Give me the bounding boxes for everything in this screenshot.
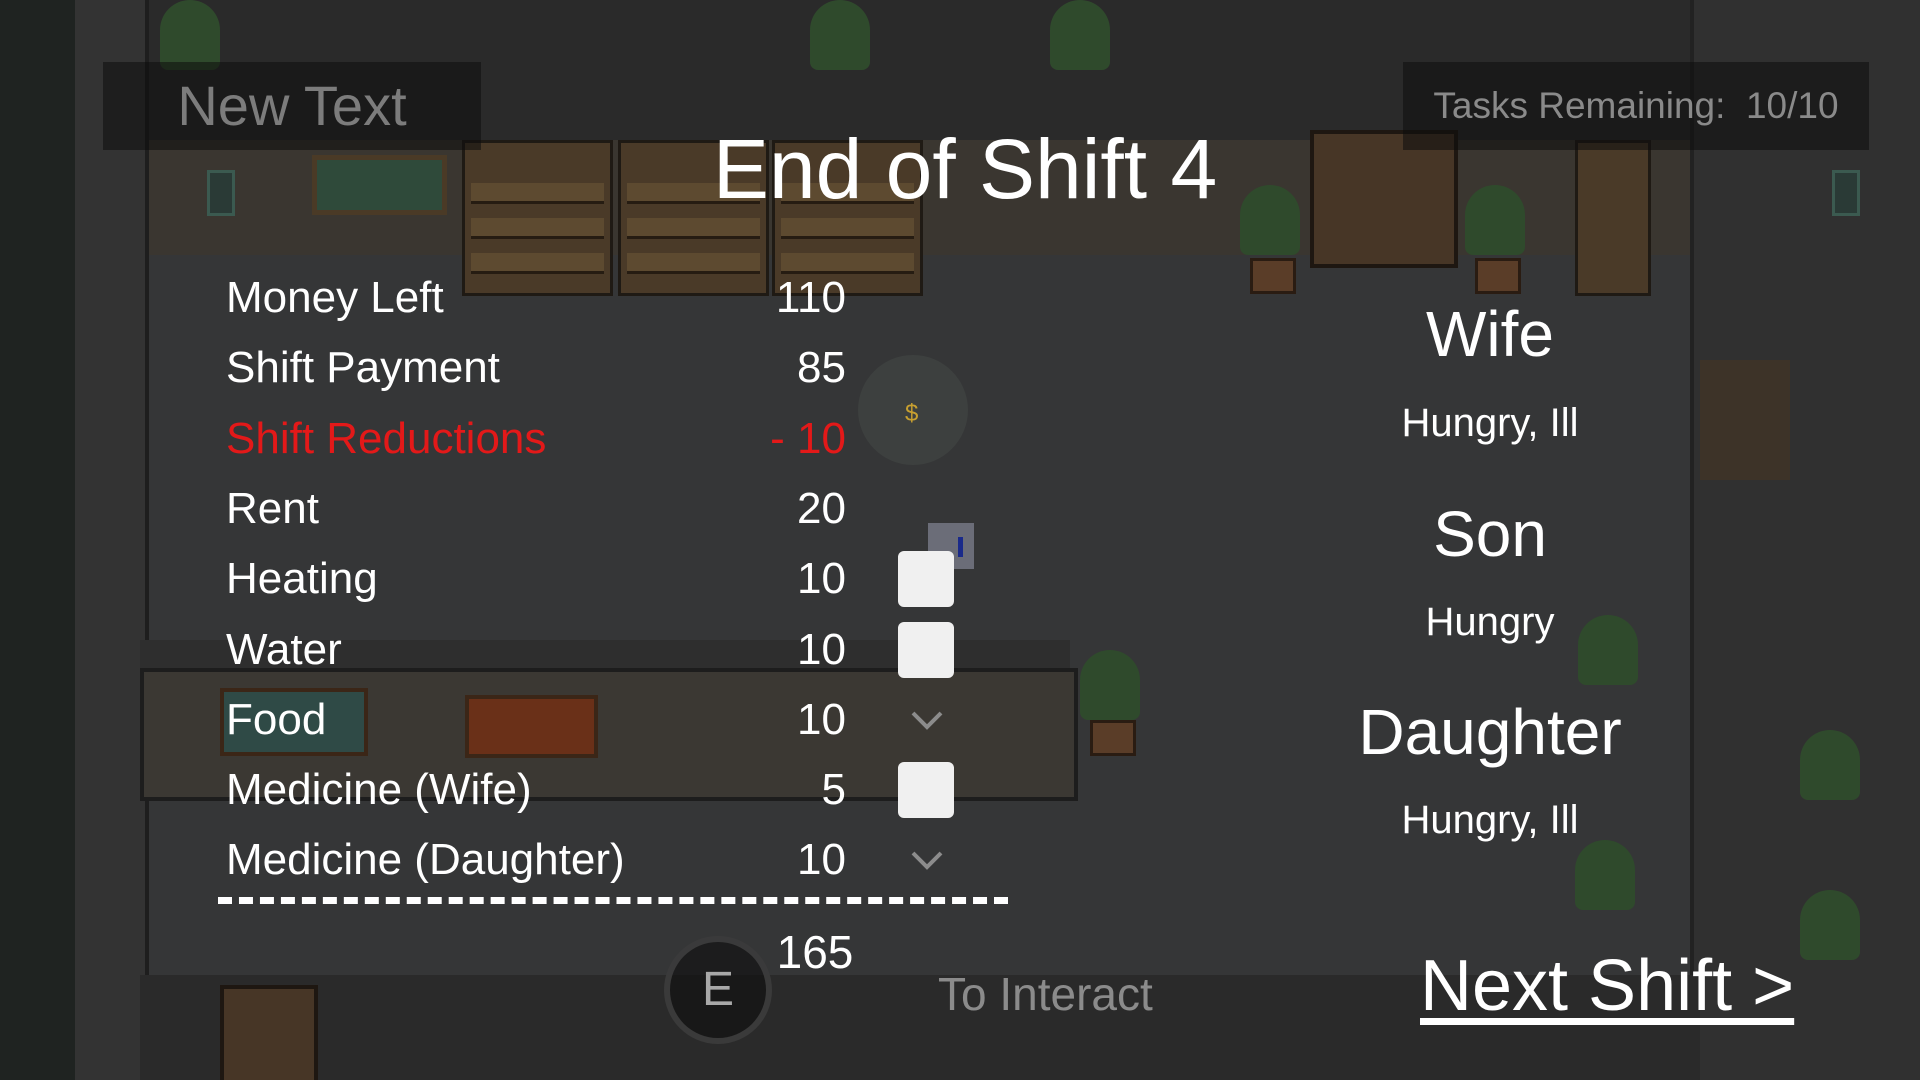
family-member-name: Son (1433, 498, 1547, 570)
plant-pot (1475, 258, 1521, 294)
expense-label: Shift Payment (226, 343, 500, 392)
wall-lamp (1832, 170, 1860, 216)
expense-label: Food (226, 695, 327, 744)
tasks-remaining-panel: Tasks Remaining: 10/10 (1403, 62, 1869, 150)
expense-row: Heating 10 (226, 549, 846, 609)
expense-label: Water (226, 625, 342, 674)
expense-label: Money Left (226, 273, 444, 322)
family-member-status: Hungry, Ill (1401, 798, 1579, 842)
next-shift-button[interactable]: Next Shift > (1420, 945, 1794, 1027)
family-member-status: Hungry, Ill (1401, 401, 1579, 445)
placeholder-text-panel: New Text (103, 62, 481, 150)
e-key-icon: E (664, 936, 772, 1044)
wall-lamp (207, 170, 235, 216)
family-member-status: Hungry (1425, 600, 1555, 644)
potted-plant (160, 0, 220, 70)
expense-toggle-checkbox[interactable] (898, 622, 954, 678)
side-shelf (1575, 140, 1651, 296)
expense-toggle-checkbox[interactable] (898, 762, 954, 818)
right-room-door (1700, 360, 1790, 480)
potted-plant (1050, 0, 1110, 70)
double-door (1310, 130, 1458, 268)
expense-value: 20 (797, 484, 846, 533)
left-wall (0, 0, 75, 1080)
expense-row: Medicine (Daughter) 10 (226, 830, 846, 890)
potted-plant (1800, 890, 1860, 960)
expense-value: 5 (821, 765, 846, 814)
expense-value: - 10 (770, 414, 846, 463)
expense-label: Heating (226, 554, 378, 603)
expense-row: Shift Reductions - 10 (226, 409, 846, 469)
painting (312, 155, 447, 215)
potted-plant (810, 0, 870, 70)
expense-value: 85 (797, 343, 846, 392)
potted-plant (1080, 650, 1140, 720)
expense-row: Medicine (Wife) 5 (226, 760, 846, 820)
expense-row: Shift Payment 85 (226, 338, 846, 398)
expense-value: 110 (775, 273, 846, 322)
expense-value: 10 (797, 625, 846, 674)
left-room (75, 0, 149, 1080)
shift-summary-title: End of Shift 4 (712, 122, 1218, 216)
total-divider (218, 897, 1008, 904)
expense-label: Shift Reductions (226, 414, 547, 463)
expense-toggle-checkbox[interactable] (898, 551, 954, 607)
expense-value: 10 (797, 835, 846, 884)
expense-row: Food 10 (226, 690, 846, 750)
door (220, 985, 318, 1080)
interact-prompt-label: To Interact (938, 968, 1153, 1020)
total-value: 165 (776, 926, 854, 978)
expense-label: Medicine (Daughter) (226, 835, 625, 884)
expense-row: Money Left 110 (226, 268, 846, 328)
potted-plant (1465, 185, 1525, 255)
expense-value: 10 (797, 554, 846, 603)
expense-toggle-checkmark-icon[interactable] (907, 845, 947, 875)
plant-pot (1090, 720, 1136, 756)
expense-toggle-checkmark-icon[interactable] (907, 705, 947, 735)
potted-plant (1575, 840, 1635, 910)
expense-label: Medicine (Wife) (226, 765, 532, 814)
family-member-name: Wife (1426, 298, 1554, 370)
coin-icon: $ (905, 400, 919, 427)
family-member-name: Daughter (1358, 696, 1622, 768)
potted-plant (1800, 730, 1860, 800)
plant-pot (1250, 258, 1296, 294)
expense-row: Rent 20 (226, 479, 846, 539)
expense-row: Water 10 (226, 620, 846, 680)
expense-value: 10 (797, 695, 846, 744)
expense-label: Rent (226, 484, 319, 533)
